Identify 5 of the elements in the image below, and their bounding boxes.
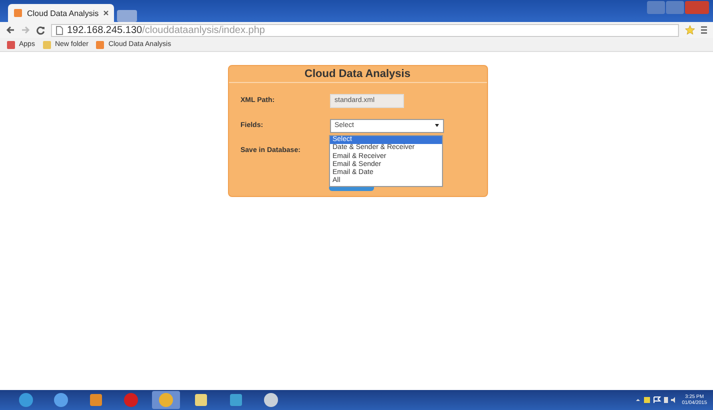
browser-tab[interactable]: Cloud Data Analysis [8, 4, 114, 22]
tab-title: Cloud Data Analysis [27, 8, 99, 18]
url-text: 192.168.245.130/clouddataanlysis/index.php [67, 24, 265, 36]
address-bar[interactable]: 192.168.245.130/clouddataanlysis/index.php [51, 24, 679, 36]
form-title: Cloud Data Analysis [304, 68, 410, 80]
